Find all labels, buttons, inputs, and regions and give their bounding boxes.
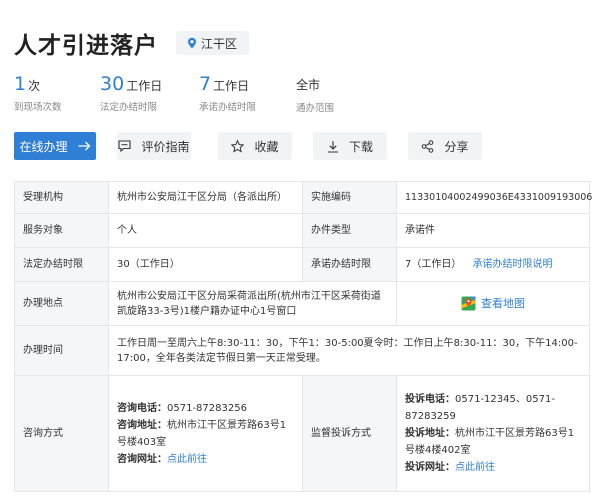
stat-scope: 全市 通办范围 bbox=[296, 73, 334, 114]
share-icon bbox=[422, 139, 434, 153]
stat-legal-limit-number: 30 bbox=[100, 73, 125, 95]
location-value: 杭州市公安局江干区分局采荷派出所(杭州市江干区采荷街道凯旋路33-3号)1楼户籍… bbox=[108, 281, 397, 326]
agency-label: 受理机构 bbox=[14, 181, 109, 214]
stat-scope-value: 全市 bbox=[296, 78, 321, 92]
stat-legal-limit-unit: 工作日 bbox=[126, 79, 163, 93]
hours-label: 办理时间 bbox=[14, 325, 109, 376]
star-icon bbox=[231, 139, 245, 153]
consult-web-label: 咨询网址： bbox=[117, 453, 167, 465]
legal-limit-label: 法定办结时限 bbox=[14, 247, 109, 282]
evaluation-guide-label: 评价指南 bbox=[141, 139, 190, 154]
target-label: 服务对象 bbox=[14, 213, 109, 248]
stat-legal-limit: 30 工作日 法定办结时限 bbox=[100, 73, 162, 113]
table-row: 受理机构 杭州市公安局江干区分局（各派出所） 实施编码 113301040024… bbox=[14, 181, 592, 214]
table-row: 服务对象 个人 办件类型 承诺件 bbox=[14, 213, 590, 248]
region-tag[interactable]: 江干区 bbox=[176, 31, 250, 55]
location-pin-icon bbox=[188, 37, 196, 49]
evaluation-guide-button[interactable]: 评价指南 bbox=[117, 132, 191, 160]
agency-value: 杭州市公安局江干区分局（各派出所） bbox=[108, 181, 303, 214]
type-label: 办件类型 bbox=[302, 213, 397, 248]
stat-promise-limit-unit: 工作日 bbox=[213, 79, 250, 93]
promise-limit-label: 承诺办结时限 bbox=[302, 247, 397, 282]
stat-promise-limit-number: 7 bbox=[199, 73, 212, 95]
info-table: 受理机构 杭州市公安局江干区分局（各派出所） 实施编码 113301040024… bbox=[14, 181, 592, 492]
region-label: 江干区 bbox=[201, 36, 238, 51]
download-button[interactable]: 下载 bbox=[313, 132, 387, 160]
stat-visits-label: 到现场次数 bbox=[14, 102, 62, 113]
view-map-label: 查看地图 bbox=[481, 297, 525, 310]
code-label: 实施编码 bbox=[302, 181, 397, 214]
complaint-phone-label: 投诉电话： bbox=[405, 394, 455, 405]
title-row: 人才引进落户 江干区 bbox=[14, 26, 250, 60]
complaint-web-link[interactable]: 点此前往 bbox=[455, 462, 495, 473]
consult-label: 咨询方式 bbox=[14, 375, 109, 492]
favorite-label: 收藏 bbox=[254, 139, 279, 154]
type-value: 承诺件 bbox=[396, 213, 590, 248]
hours-value: 工作日周一至周六上午8:30-11：30，下午1：30-5:00夏令时：工作日上… bbox=[108, 325, 590, 376]
stat-visits: 1次 到现场次数 bbox=[14, 73, 62, 113]
consult-addr-label: 咨询地址： bbox=[117, 419, 167, 431]
promise-limit-link[interactable]: 承诺办结时限说明 bbox=[473, 259, 553, 270]
view-map-link[interactable]: 查看地图 bbox=[405, 296, 581, 311]
consult-phone: 0571-87283256 bbox=[167, 402, 247, 414]
promise-limit-cell: 7（工作日） 承诺办结时限说明 bbox=[396, 247, 590, 282]
table-row: 办理地点 杭州市公安局江干区分局采荷派出所(杭州市江干区采荷街道凯旋路33-3号… bbox=[14, 281, 590, 326]
online-apply-button[interactable]: 在线办理 bbox=[14, 132, 96, 160]
table-row: 法定办结时限 30（工作日） 承诺办结时限 7（工作日） 承诺办结时限说明 bbox=[14, 247, 590, 282]
stat-scope-label: 通办范围 bbox=[296, 103, 335, 114]
page-title: 人才引进落户 bbox=[14, 33, 158, 59]
complaint-web-label: 投诉网址： bbox=[405, 462, 455, 473]
stat-promise-limit-label: 承诺办结时限 bbox=[199, 102, 257, 113]
consult-cell: 咨询电话：0571-87283256 咨询地址：杭州市江干区景芳路63号1号楼4… bbox=[108, 375, 303, 492]
table-row: 办理时间 工作日周一至周六上午8:30-11：30，下午1：30-5:00夏令时… bbox=[14, 325, 590, 376]
favorite-button[interactable]: 收藏 bbox=[218, 132, 292, 160]
location-label: 办理地点 bbox=[14, 281, 109, 326]
stat-visits-number: 1 bbox=[14, 73, 27, 95]
share-button[interactable]: 分享 bbox=[408, 132, 482, 160]
complaint-addr-label: 投诉地址： bbox=[405, 428, 455, 439]
legal-limit-value: 30（工作日） bbox=[108, 247, 303, 282]
target-value: 个人 bbox=[108, 213, 303, 248]
arrow-right-icon bbox=[78, 141, 90, 151]
stat-visits-unit: 次 bbox=[28, 79, 41, 93]
complaint-label: 监督投诉方式 bbox=[302, 375, 397, 492]
download-label: 下载 bbox=[348, 139, 373, 154]
stat-legal-limit-label: 法定办结时限 bbox=[100, 102, 158, 113]
consult-web-link[interactable]: 点此前往 bbox=[167, 454, 207, 465]
complaint-cell: 投诉电话：0571-12345、0571-87283259 投诉地址：杭州市江干… bbox=[396, 375, 590, 492]
table-row: 咨询方式 咨询电话：0571-87283256 咨询地址：杭州市江干区景芳路63… bbox=[14, 375, 590, 492]
stat-promise-limit: 7 工作日 承诺办结时限 bbox=[199, 73, 256, 113]
share-label: 分享 bbox=[444, 139, 469, 154]
promise-limit-value: 7（工作日） bbox=[405, 259, 462, 270]
map-cell: 查看地图 bbox=[396, 281, 590, 326]
online-apply-label: 在线办理 bbox=[19, 139, 68, 154]
download-icon bbox=[327, 140, 338, 153]
consult-phone-label: 咨询电话： bbox=[117, 402, 167, 414]
map-icon bbox=[461, 296, 476, 311]
code-value: 11330104002499036E4331009193006 bbox=[396, 181, 592, 214]
comment-icon bbox=[118, 140, 132, 152]
